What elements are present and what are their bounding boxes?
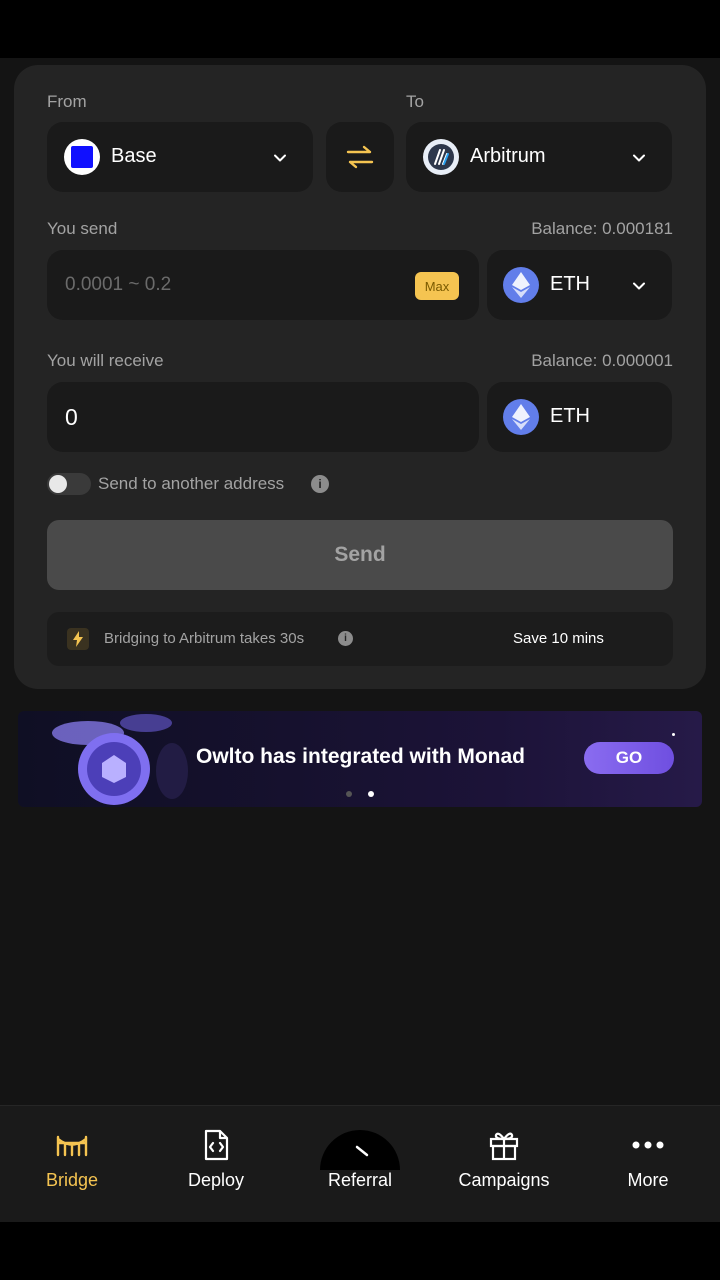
info-icon[interactable]: i bbox=[311, 475, 329, 493]
bridging-info-text: Bridging to Arbitrum takes 30s bbox=[104, 630, 305, 647]
from-chain-select[interactable]: Base bbox=[47, 122, 313, 192]
info-icon[interactable]: i bbox=[338, 631, 353, 646]
tab-deploy[interactable]: Deploy bbox=[144, 1106, 288, 1223]
code-file-icon bbox=[204, 1129, 229, 1161]
from-label: From bbox=[47, 92, 87, 111]
pointer-arrow-icon bbox=[355, 1145, 369, 1157]
send-token-name: ETH bbox=[550, 273, 590, 295]
bridge-card: From To Base Arbitrum You send Balance: … bbox=[14, 65, 706, 689]
tab-label: Campaigns bbox=[458, 1170, 550, 1190]
from-chain-name: Base bbox=[111, 145, 157, 167]
tab-label: Deploy bbox=[187, 1170, 245, 1190]
receive-token-display: ETH bbox=[487, 382, 672, 452]
tab-label: More bbox=[627, 1170, 669, 1190]
tab-campaigns[interactable]: Campaigns bbox=[432, 1106, 576, 1223]
send-button[interactable]: Send bbox=[47, 520, 673, 590]
chevron-down-icon bbox=[633, 282, 645, 290]
coin-stack-icon bbox=[52, 714, 188, 805]
send-balance: Balance: 0.000181 bbox=[531, 219, 673, 238]
tab-label: Bridge bbox=[45, 1170, 99, 1190]
toggle-label: Send to another address bbox=[98, 474, 285, 493]
receive-balance: Balance: 0.000001 bbox=[531, 351, 673, 370]
arbitrum-chain-icon bbox=[423, 139, 459, 175]
gift-icon bbox=[489, 1132, 519, 1161]
eth-icon bbox=[503, 399, 539, 435]
to-label: To bbox=[406, 92, 424, 111]
base-chain-icon bbox=[64, 139, 100, 175]
bridging-info-bar: Bridging to Arbitrum takes 30s i Save 10… bbox=[47, 612, 673, 666]
banner-title: Owlto has integrated with Monad bbox=[196, 745, 526, 768]
send-amount-field[interactable]: 0.0001 ~ 0.2 Max bbox=[47, 250, 479, 320]
receive-amount: 0 bbox=[65, 404, 78, 430]
sparkle bbox=[672, 733, 675, 736]
lightning-icon bbox=[67, 628, 89, 650]
tab-label: Referral bbox=[327, 1170, 393, 1190]
more-dots-icon bbox=[632, 1141, 664, 1149]
promo-banner[interactable]: Owlto has integrated with Monad GO bbox=[18, 711, 702, 807]
to-chain-select[interactable]: Arbitrum bbox=[406, 122, 672, 192]
carousel-dot-active[interactable] bbox=[368, 791, 374, 797]
receive-amount-field: 0 bbox=[47, 382, 479, 452]
send-token-select[interactable]: ETH bbox=[487, 250, 672, 320]
tab-bridge[interactable]: Bridge bbox=[0, 1106, 144, 1223]
to-chain-name: Arbitrum bbox=[470, 145, 546, 167]
chevron-down-icon bbox=[633, 154, 645, 162]
save-time-text: Save 10 mins bbox=[513, 630, 604, 647]
swap-arrows-icon bbox=[346, 145, 374, 169]
send-amount-input[interactable]: 0.0001 ~ 0.2 bbox=[65, 274, 171, 296]
eth-icon bbox=[503, 267, 539, 303]
receive-token-name: ETH bbox=[550, 405, 590, 427]
bridge-icon bbox=[56, 1135, 88, 1157]
carousel-dot[interactable] bbox=[346, 791, 352, 797]
app-screen: From To Base Arbitrum You send Balance: … bbox=[0, 58, 720, 1222]
chevron-down-icon bbox=[274, 154, 286, 162]
tab-more[interactable]: More bbox=[576, 1106, 720, 1223]
receive-label: You will receive bbox=[47, 351, 164, 370]
banner-go-button[interactable]: GO bbox=[584, 742, 674, 774]
swap-chains-button[interactable] bbox=[326, 122, 394, 192]
send-to-another-address-toggle[interactable] bbox=[47, 473, 91, 495]
send-label: You send bbox=[47, 219, 118, 238]
max-button[interactable]: Max bbox=[415, 272, 459, 300]
